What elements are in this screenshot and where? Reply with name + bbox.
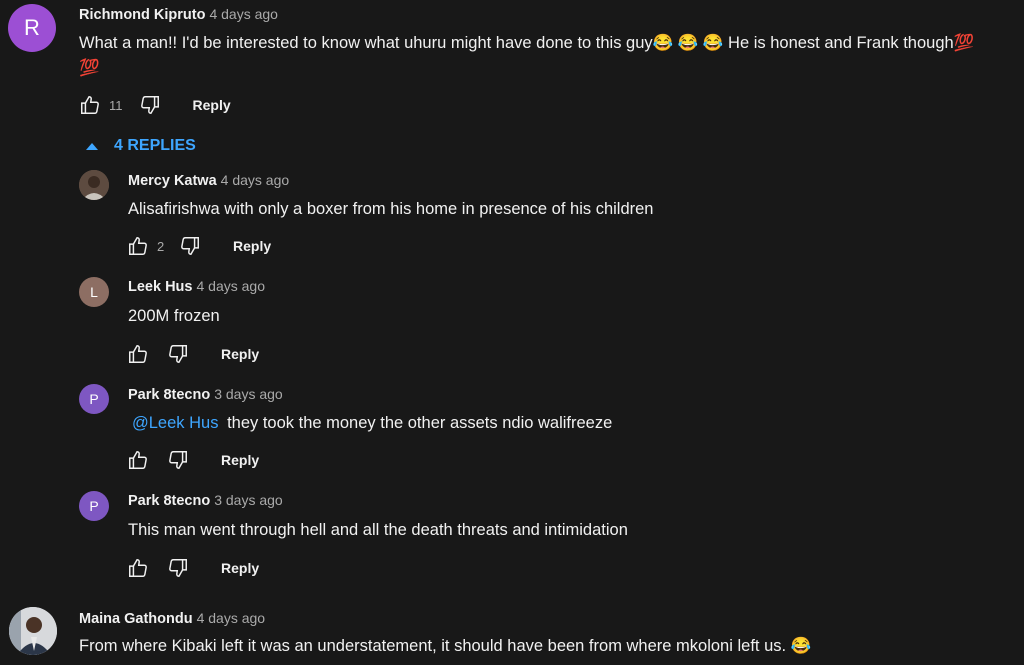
user-mention-link[interactable]: @Leek Hus	[132, 414, 218, 432]
comment-actions: 11 Reply	[77, 93, 231, 117]
thumbs-up-icon	[129, 559, 147, 577]
comment-actions: Reply	[125, 448, 259, 472]
dislike-button[interactable]	[165, 342, 191, 366]
comment-text: This man went through hell and all the d…	[128, 521, 628, 539]
avatar[interactable]: L	[79, 277, 109, 307]
comment-header: Leek Hus 4 days ago	[128, 278, 265, 295]
thumbs-up-icon	[129, 345, 147, 363]
avatar[interactable]: R	[8, 4, 56, 52]
thumbs-up-icon	[81, 96, 99, 114]
thumbs-down-icon	[169, 559, 187, 577]
thumbs-up-icon	[129, 451, 147, 469]
timestamp[interactable]: 4 days ago	[196, 278, 265, 294]
thumbs-down-icon	[181, 237, 199, 255]
comment-header: Park 8tecno 3 days ago	[128, 492, 283, 509]
comment-body: they took the money the other assets ndi…	[227, 414, 613, 432]
author-name[interactable]: Mercy Katwa	[128, 173, 217, 189]
profile-photo-icon	[9, 607, 57, 655]
avatar[interactable]: P	[79, 491, 109, 521]
replies-toggle-button[interactable]: 4 REPLIES	[84, 137, 196, 155]
author-name[interactable]: Richmond Kipruto	[79, 7, 205, 23]
author-name[interactable]: Leek Hus	[128, 279, 192, 295]
timestamp[interactable]: 3 days ago	[214, 492, 283, 508]
comment-actions: Reply	[125, 556, 259, 580]
comment-header: Park 8tecno 3 days ago	[128, 386, 283, 403]
like-count: 2	[157, 238, 165, 254]
like-button[interactable]	[125, 556, 151, 580]
like-count: 11	[109, 97, 123, 113]
comment-text: @Leek Hus they took the money the other …	[132, 411, 612, 436]
like-button[interactable]	[125, 448, 151, 472]
comment-header: Maina Gathondu 4 days ago	[79, 610, 265, 627]
dislike-button[interactable]	[165, 448, 191, 472]
profile-photo-icon	[79, 170, 109, 200]
reply-button[interactable]: Reply	[193, 97, 231, 113]
timestamp[interactable]: 4 days ago	[197, 610, 266, 626]
comment-actions: 2 Reply	[125, 234, 271, 258]
thumbs-down-icon	[169, 451, 187, 469]
dislike-button[interactable]	[177, 234, 203, 258]
like-button[interactable]	[125, 342, 151, 366]
author-name[interactable]: Park 8tecno	[128, 493, 210, 509]
avatar[interactable]	[9, 607, 57, 655]
avatar[interactable]: P	[79, 384, 109, 414]
comment-text: Alisafirishwa with only a boxer from his…	[128, 200, 654, 218]
comment-text: From where Kibaki left it was an underst…	[79, 637, 812, 655]
author-name[interactable]: Maina Gathondu	[79, 611, 193, 627]
comment-header: Mercy Katwa 4 days ago	[128, 172, 289, 189]
reply-button[interactable]: Reply	[233, 238, 271, 254]
comment-text-line-1: What a man!! I'd be interested to know w…	[79, 34, 975, 52]
thumbs-up-icon	[129, 237, 147, 255]
author-name[interactable]: Park 8tecno	[128, 387, 210, 403]
replies-toggle-label: 4 REPLIES	[114, 137, 196, 154]
dislike-button[interactable]	[165, 556, 191, 580]
like-button[interactable]	[77, 93, 103, 117]
thumbs-down-icon	[169, 345, 187, 363]
avatar[interactable]	[79, 170, 109, 200]
timestamp[interactable]: 4 days ago	[209, 6, 278, 22]
comment-actions: Reply	[125, 342, 259, 366]
timestamp[interactable]: 3 days ago	[214, 386, 283, 402]
reply-button[interactable]: Reply	[221, 560, 259, 576]
like-button[interactable]	[125, 234, 151, 258]
thumbs-down-icon	[140, 96, 159, 114]
chevron-up-icon	[86, 143, 98, 150]
timestamp[interactable]: 4 days ago	[221, 172, 290, 188]
reply-button[interactable]: Reply	[221, 452, 259, 468]
comment-header: Richmond Kipruto 4 days ago	[79, 6, 278, 23]
reply-button[interactable]: Reply	[221, 346, 259, 362]
comment-text-line-2: 💯	[79, 59, 100, 77]
comment-text: 200M frozen	[128, 307, 220, 325]
dislike-button[interactable]	[137, 93, 163, 117]
